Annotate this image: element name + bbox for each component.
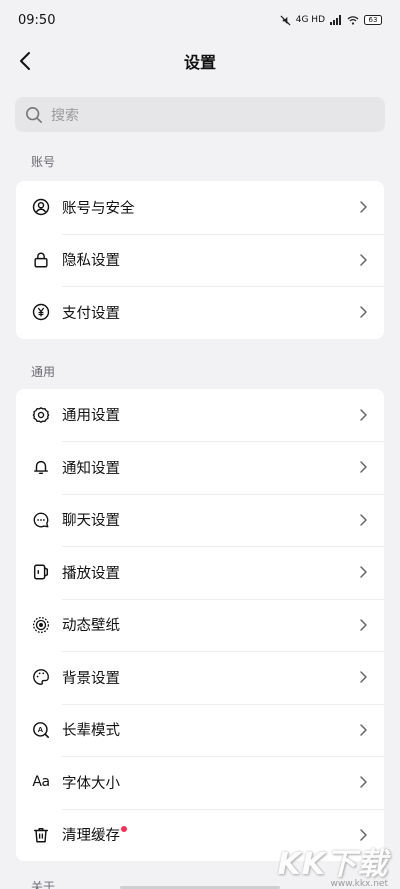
chevron-right-icon bbox=[360, 619, 367, 631]
trash-icon bbox=[32, 826, 50, 844]
user-circle-icon bbox=[32, 198, 50, 216]
bell-icon bbox=[32, 458, 50, 476]
settings-item-label: 支付设置 bbox=[62, 305, 120, 322]
settings-item-dynamic-wallpaper[interactable]: 动态壁纸 bbox=[16, 598, 384, 652]
general-card: 通用设置 通知设置 聊天设置 播放设置 动态壁纸 背景设置 A 长辈模式 Aa … bbox=[16, 388, 384, 861]
page-title: 设置 bbox=[183, 53, 216, 72]
battery-level: 63 bbox=[368, 16, 378, 24]
chevron-right-icon bbox=[360, 671, 367, 683]
chat-bubble-icon bbox=[32, 511, 50, 529]
section-label-about-partial: 关于 bbox=[31, 880, 56, 889]
settings-item-font-size[interactable]: Aa 字体大小 bbox=[16, 756, 384, 809]
lock-icon bbox=[32, 251, 50, 269]
battery-icon: 63 bbox=[364, 15, 382, 25]
settings-item-elder-mode[interactable]: A 长辈模式 bbox=[16, 703, 384, 757]
dynamic-wallpaper-icon bbox=[32, 616, 50, 634]
settings-item-label: 聊天设置 bbox=[62, 513, 120, 530]
chevron-right-icon bbox=[360, 566, 367, 578]
back-arrow-icon[interactable] bbox=[14, 49, 38, 73]
settings-item-label: 账号与安全 bbox=[62, 200, 135, 217]
status-icons: 4G HD 63 bbox=[280, 14, 382, 26]
watermark-logo: KK下载 www.kkx.net bbox=[278, 839, 389, 889]
wifi-icon bbox=[347, 16, 359, 25]
settings-item-account-security[interactable]: 账号与安全 bbox=[16, 181, 384, 234]
settings-item-label: 字体大小 bbox=[62, 775, 120, 792]
chevron-right-icon bbox=[360, 306, 367, 318]
settings-item-privacy[interactable]: 隐私设置 bbox=[16, 233, 384, 287]
palette-icon bbox=[32, 668, 50, 686]
header: 设置 bbox=[0, 40, 400, 82]
yen-circle-icon bbox=[32, 303, 50, 321]
settings-item-playback[interactable]: 播放设置 bbox=[16, 546, 384, 599]
settings-item-general[interactable]: 通用设置 bbox=[16, 389, 384, 442]
chevron-right-icon bbox=[360, 409, 367, 421]
search-input[interactable]: 搜索 bbox=[15, 97, 385, 132]
watermark-title: KK下载 bbox=[277, 847, 388, 882]
search-icon bbox=[25, 106, 43, 123]
gear-icon bbox=[32, 406, 50, 424]
status-time: 09:50 bbox=[18, 12, 56, 28]
mute-icon bbox=[280, 14, 291, 26]
settings-item-label: 隐私设置 bbox=[62, 253, 120, 270]
chevron-right-icon bbox=[360, 514, 367, 526]
settings-item-chat[interactable]: 聊天设置 bbox=[16, 493, 384, 547]
elder-mode-icon: A bbox=[32, 721, 50, 739]
settings-item-label: 通知设置 bbox=[62, 460, 120, 477]
font-size-icon: Aa bbox=[32, 774, 50, 791]
settings-item-payment[interactable]: 支付设置 bbox=[16, 286, 384, 339]
settings-item-label: 长辈模式 bbox=[62, 723, 120, 740]
settings-item-label: 背景设置 bbox=[62, 670, 120, 687]
network-label: 4G HD bbox=[295, 15, 325, 25]
clear-cache-text: 清理缓存 bbox=[62, 828, 120, 845]
new-badge-dot bbox=[121, 826, 127, 833]
settings-item-label: 通用设置 bbox=[62, 408, 120, 425]
settings-item-background[interactable]: 背景设置 bbox=[16, 651, 384, 704]
svg-text:A: A bbox=[38, 725, 44, 734]
chevron-right-icon bbox=[360, 254, 367, 266]
section-label-account: 账号 bbox=[31, 155, 56, 169]
chevron-right-icon bbox=[360, 776, 367, 788]
account-card: 账号与安全 隐私设置 支付设置 bbox=[16, 181, 384, 339]
status-bar: 09:50 4G HD 63 bbox=[0, 0, 400, 40]
play-panel-icon bbox=[32, 563, 50, 581]
chevron-right-icon bbox=[360, 201, 367, 213]
chevron-right-icon bbox=[360, 461, 367, 473]
signal-icon bbox=[330, 15, 341, 25]
search-placeholder: 搜索 bbox=[51, 107, 79, 124]
settings-item-label: 动态壁纸 bbox=[62, 618, 120, 635]
settings-item-label: 播放设置 bbox=[62, 565, 120, 582]
section-label-general: 通用 bbox=[31, 364, 56, 379]
settings-item-notification[interactable]: 通知设置 bbox=[16, 441, 384, 494]
chevron-right-icon bbox=[360, 724, 367, 736]
